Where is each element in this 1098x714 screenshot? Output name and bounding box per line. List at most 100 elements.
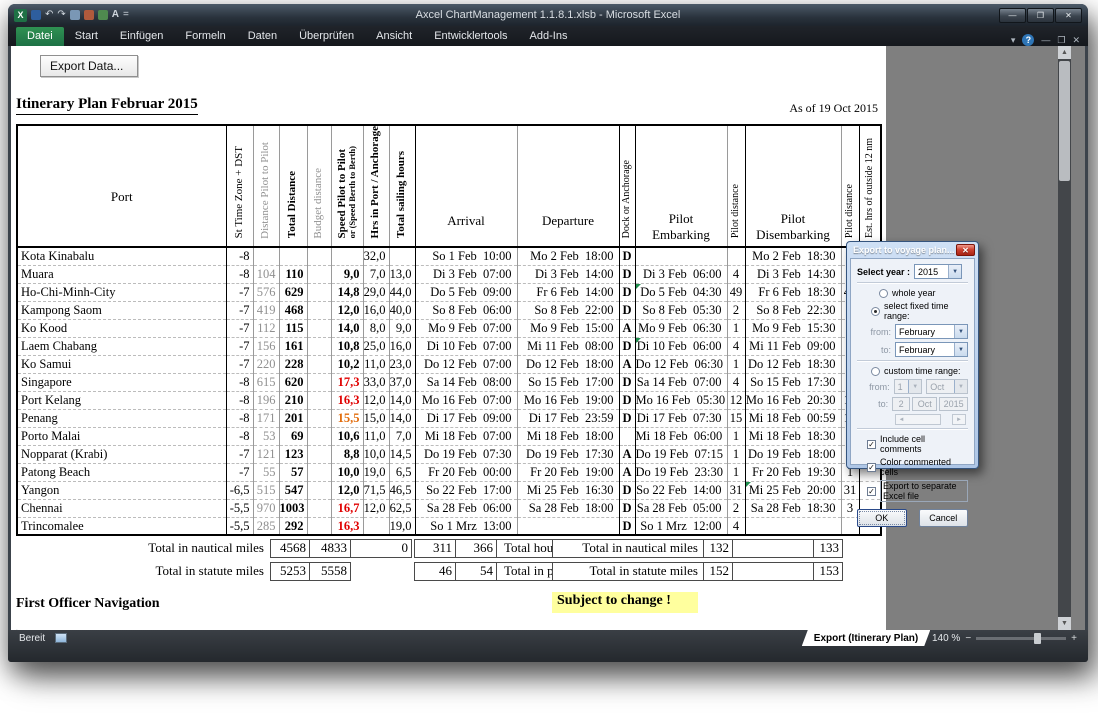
cell-budget[interactable] bbox=[307, 301, 331, 319]
totals-nm-3[interactable]: 0 bbox=[350, 539, 412, 558]
cell-hrs-port[interactable]: 19,0 bbox=[363, 463, 389, 481]
cell-disembark[interactable]: Fr 20 Feb 19:30 bbox=[745, 463, 841, 481]
cell-total[interactable]: 57 bbox=[279, 463, 307, 481]
cancel-button[interactable]: Cancel bbox=[919, 509, 969, 527]
cell-port[interactable]: Chennai bbox=[17, 499, 226, 517]
fixed-to-dropdown[interactable]: February▼ bbox=[895, 342, 968, 357]
sheet-tab-export-itinerary-plan-[interactable]: Export (Itinerary Plan) bbox=[802, 630, 930, 646]
cell-departure[interactable] bbox=[517, 517, 619, 535]
cell-dist[interactable]: 285 bbox=[253, 517, 279, 535]
cell-port[interactable]: Ho-Chi-Minh-City bbox=[17, 283, 226, 301]
cell-departure[interactable]: Mo 16 Feb 19:00 bbox=[517, 391, 619, 409]
cell-embark[interactable]: Di 17 Feb 07:30 bbox=[635, 409, 727, 427]
separate-file-checkbox[interactable]: ✓ bbox=[867, 487, 876, 496]
cell-budget[interactable] bbox=[307, 319, 331, 337]
cell-dock[interactable]: D bbox=[619, 481, 635, 499]
cell-embark[interactable]: Sa 28 Feb 05:00 bbox=[635, 499, 727, 517]
cell-dock[interactable]: D bbox=[619, 337, 635, 355]
col-header-est-hrs-outside[interactable]: Est. hrs of outside 12 nm bbox=[859, 125, 881, 247]
col-header-budget-distance[interactable]: Budget distance bbox=[307, 125, 331, 247]
cell-dist[interactable]: 171 bbox=[253, 409, 279, 427]
cell-speed[interactable]: 14,8 bbox=[331, 283, 363, 301]
zoom-out-icon[interactable]: − bbox=[965, 633, 971, 644]
cell-pdist1[interactable]: 1 bbox=[727, 445, 745, 463]
cell-disembark[interactable] bbox=[745, 517, 841, 535]
print-icon[interactable] bbox=[70, 10, 80, 20]
cell-dist[interactable]: 156 bbox=[253, 337, 279, 355]
cell-total[interactable]: 115 bbox=[279, 319, 307, 337]
cell-total[interactable] bbox=[279, 247, 307, 265]
cell-hrs-port[interactable]: 33,0 bbox=[363, 373, 389, 391]
vertical-scrollbar[interactable]: ▲ ▼ bbox=[1058, 46, 1071, 630]
cell-total[interactable]: 123 bbox=[279, 445, 307, 463]
cell-sail[interactable]: 9,0 bbox=[389, 319, 415, 337]
cell-disembark[interactable]: So 15 Feb 17:30 bbox=[745, 373, 841, 391]
cell-speed[interactable]: 10,2 bbox=[331, 355, 363, 373]
cell-sail[interactable]: 7,0 bbox=[389, 427, 415, 445]
cell-departure[interactable]: So 8 Feb 22:00 bbox=[517, 301, 619, 319]
font-icon[interactable]: A bbox=[112, 10, 119, 20]
col-header-total-distance[interactable]: Total Distance bbox=[279, 125, 307, 247]
totals-hours-2[interactable]: 366 bbox=[455, 539, 497, 558]
camera-icon[interactable] bbox=[84, 10, 94, 20]
cell-dock[interactable]: A bbox=[619, 445, 635, 463]
cell-disembark[interactable]: So 8 Feb 22:30 bbox=[745, 301, 841, 319]
totals-nm-1[interactable]: 4568 bbox=[270, 539, 310, 558]
cell-arrival[interactable]: Sa 28 Feb 06:00 bbox=[415, 499, 517, 517]
cell-pdist1[interactable]: 2 bbox=[727, 301, 745, 319]
totals-right-nm-2[interactable]: 133 bbox=[813, 539, 843, 558]
cell-pdist1[interactable]: 4 bbox=[727, 373, 745, 391]
cell-speed[interactable]: 17,3 bbox=[331, 373, 363, 391]
cell-tz[interactable]: -7 bbox=[226, 445, 253, 463]
cell-budget[interactable] bbox=[307, 409, 331, 427]
cell-speed[interactable]: 14,0 bbox=[331, 319, 363, 337]
cell-embark[interactable]: Do 12 Feb 06:30 bbox=[635, 355, 727, 373]
cell-sail[interactable]: 40,0 bbox=[389, 301, 415, 319]
cell-embark[interactable]: Sa 14 Feb 07:00 bbox=[635, 373, 727, 391]
ribbon-tab-einf-gen[interactable]: Einfügen bbox=[109, 27, 174, 46]
col-header-port[interactable]: Port bbox=[17, 125, 226, 247]
totals-sm-2[interactable]: 5558 bbox=[309, 562, 351, 581]
cell-arrival[interactable]: So 1 Feb 10:00 bbox=[415, 247, 517, 265]
fixed-range-radio[interactable] bbox=[871, 307, 880, 316]
cell-budget[interactable] bbox=[307, 373, 331, 391]
cell-embark[interactable]: So 1 Mrz 12:00 bbox=[635, 517, 727, 535]
totals-right-sm-blank[interactable] bbox=[732, 562, 814, 581]
cell-port[interactable]: Muara bbox=[17, 265, 226, 283]
cell-dock[interactable]: D bbox=[619, 499, 635, 517]
cell-total[interactable]: 468 bbox=[279, 301, 307, 319]
cell-tz[interactable]: -5,5 bbox=[226, 499, 253, 517]
cell-arrival[interactable]: Fr 20 Feb 00:00 bbox=[415, 463, 517, 481]
cell-hrs-port[interactable]: 25,0 bbox=[363, 337, 389, 355]
chart-icon[interactable] bbox=[98, 10, 108, 20]
cell-disembark[interactable]: Mo 16 Feb 20:30 bbox=[745, 391, 841, 409]
totals-sm-1[interactable]: 5253 bbox=[270, 562, 310, 581]
cell-dist[interactable]: 53 bbox=[253, 427, 279, 445]
col-header-pilot-disembarking[interactable]: Pilot Disembarking bbox=[745, 125, 841, 247]
cell-arrival[interactable]: Mo 16 Feb 07:00 bbox=[415, 391, 517, 409]
cell-port[interactable]: Nopparat (Krabi) bbox=[17, 445, 226, 463]
help-icon[interactable]: ? bbox=[1022, 34, 1034, 46]
custom-from-month-dropdown[interactable]: Oct▼ bbox=[926, 379, 968, 394]
cell-budget[interactable] bbox=[307, 481, 331, 499]
cell-arrival[interactable]: Di 3 Feb 07:00 bbox=[415, 265, 517, 283]
cell-speed[interactable]: 16,3 bbox=[331, 391, 363, 409]
cell-budget[interactable] bbox=[307, 265, 331, 283]
cell-pdist1[interactable]: 1 bbox=[727, 355, 745, 373]
dropdown-arrow-icon[interactable]: ▼ bbox=[948, 265, 961, 278]
cell-total[interactable]: 110 bbox=[279, 265, 307, 283]
cell-arrival[interactable]: So 1 Mrz 13:00 bbox=[415, 517, 517, 535]
cell-sail[interactable]: 44,0 bbox=[389, 283, 415, 301]
cell-arrival[interactable]: Di 17 Feb 09:00 bbox=[415, 409, 517, 427]
cell-departure[interactable]: Do 12 Feb 18:00 bbox=[517, 355, 619, 373]
custom-range-radio[interactable] bbox=[871, 367, 880, 376]
workbook-close-icon[interactable]: ✕ bbox=[1072, 35, 1080, 46]
cell-dist[interactable]: 970 bbox=[253, 499, 279, 517]
macro-record-icon[interactable] bbox=[55, 633, 67, 643]
cell-total[interactable]: 547 bbox=[279, 481, 307, 499]
cell-embark[interactable]: So 22 Feb 14:00 bbox=[635, 481, 727, 499]
cell-budget[interactable] bbox=[307, 499, 331, 517]
totals-hours-1[interactable]: 311 bbox=[414, 539, 456, 558]
cell-dock[interactable]: D bbox=[619, 517, 635, 535]
cell-total[interactable]: 620 bbox=[279, 373, 307, 391]
